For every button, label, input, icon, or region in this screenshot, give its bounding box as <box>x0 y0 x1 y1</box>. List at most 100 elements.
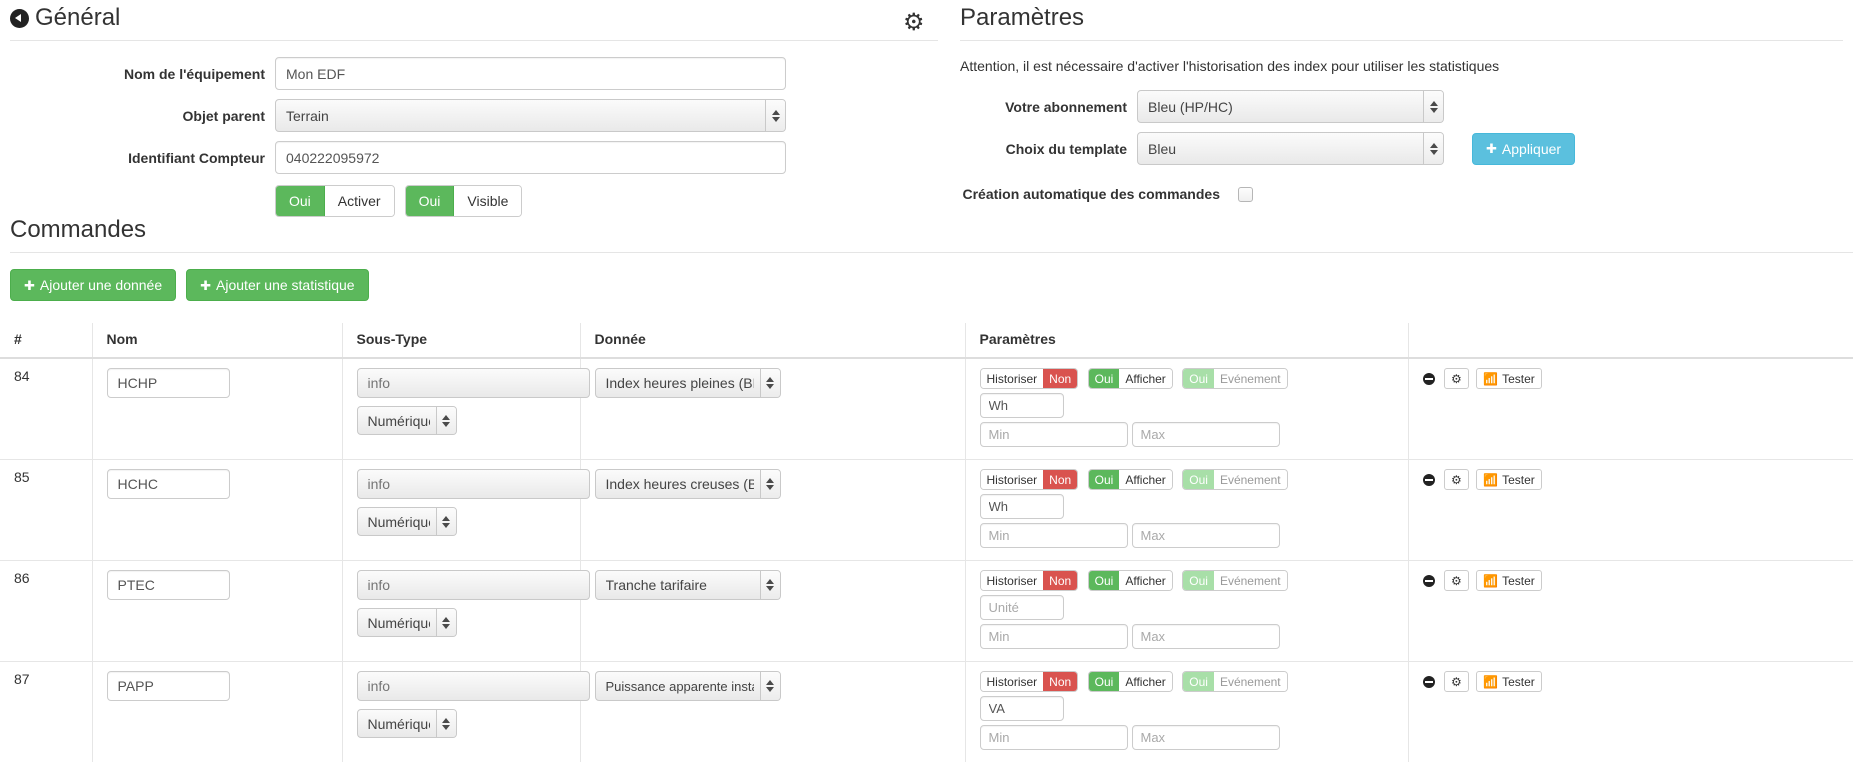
row-unit-input[interactable] <box>979 696 1064 721</box>
toggle-visible-label[interactable]: Visible <box>454 186 522 216</box>
row-max-input[interactable] <box>1131 725 1280 750</box>
template-select[interactable] <box>1137 132 1444 165</box>
toggle-afficher-state[interactable]: Oui <box>1088 369 1120 388</box>
toggle-historiser-label[interactable]: Historiser <box>980 470 1044 489</box>
table-body: 84 HCHP info Numérique Index heures plei… <box>0 357 1853 762</box>
row-nom-input[interactable] <box>106 570 230 600</box>
toggle-visible[interactable]: Oui Visible <box>404 185 523 217</box>
row-info-input[interactable] <box>356 368 590 398</box>
row-nom-cell <box>92 357 343 460</box>
row-info-input[interactable] <box>356 570 590 600</box>
toggle-afficher-label[interactable]: Afficher <box>1119 470 1172 489</box>
toggle-afficher[interactable]: Oui Afficher <box>1087 671 1173 692</box>
minus-circle-icon[interactable] <box>1422 675 1435 688</box>
toggle-historiser[interactable]: Historiser Non <box>979 671 1079 692</box>
form-row-meter: Identifiant Compteur <box>0 141 938 174</box>
row-config-button[interactable]: ⚙ <box>1443 368 1469 389</box>
add-statistic-button[interactable]: ✚ Ajouter une statistique <box>186 269 369 301</box>
subscription-select[interactable] <box>1137 90 1444 123</box>
toggle-evenement-label[interactable]: Evénement <box>1213 571 1287 590</box>
row-donnee-select[interactable] <box>594 368 781 398</box>
row-nom-input[interactable] <box>106 368 230 398</box>
toggle-historiser-state[interactable]: Non <box>1043 571 1078 590</box>
row-donnee-select[interactable] <box>594 671 781 701</box>
row-config-button[interactable]: ⚙ <box>1443 469 1469 490</box>
toggle-historiser[interactable]: Historiser Non <box>979 368 1079 389</box>
back-arrow-icon[interactable] <box>10 9 29 28</box>
toggle-activer-state[interactable]: Oui <box>276 186 325 216</box>
toggle-evenement[interactable]: Oui Evénement <box>1182 671 1288 692</box>
row-config-button[interactable]: ⚙ <box>1443 671 1469 692</box>
row-min-input[interactable] <box>979 624 1128 649</box>
row-max-input[interactable] <box>1131 422 1280 447</box>
row-nom-input[interactable] <box>106 671 230 701</box>
toggle-historiser[interactable]: Historiser Non <box>979 469 1079 490</box>
toggle-historiser-state[interactable]: Non <box>1043 672 1078 691</box>
toggle-afficher-state[interactable]: Oui <box>1088 571 1120 590</box>
toggle-afficher-label[interactable]: Afficher <box>1119 571 1172 590</box>
toggle-visible-state[interactable]: Oui <box>405 186 455 216</box>
row-min-input[interactable] <box>979 422 1128 447</box>
toggle-afficher[interactable]: Oui Afficher <box>1087 469 1173 490</box>
row-test-button[interactable]: 📶 Tester <box>1476 570 1542 591</box>
toggle-afficher-label[interactable]: Afficher <box>1119 369 1172 388</box>
toggle-afficher[interactable]: Oui Afficher <box>1087 570 1173 591</box>
row-min-input[interactable] <box>979 725 1128 750</box>
parent-select[interactable] <box>275 99 786 132</box>
meter-input[interactable] <box>275 141 786 174</box>
toggle-historiser[interactable]: Historiser Non <box>979 570 1079 591</box>
minus-circle-icon[interactable] <box>1422 473 1435 486</box>
row-test-button[interactable]: 📶 Tester <box>1476 469 1542 490</box>
row-donnee-select[interactable] <box>594 570 781 600</box>
apply-button[interactable]: ✚ Appliquer <box>1472 132 1576 165</box>
row-info-input[interactable] <box>356 671 590 701</box>
row-min-input[interactable] <box>979 523 1128 548</box>
row-nom-input[interactable] <box>106 469 230 499</box>
row-type-select[interactable] <box>356 406 457 435</box>
toggle-evenement-state[interactable]: Oui <box>1183 571 1214 590</box>
toggle-evenement[interactable]: Oui Evénement <box>1182 368 1288 389</box>
row-type-select[interactable] <box>356 608 457 637</box>
toggle-evenement[interactable]: Oui Evénement <box>1182 570 1288 591</box>
row-config-button[interactable]: ⚙ <box>1443 570 1469 591</box>
row-test-button[interactable]: 📶 Tester <box>1476 368 1542 389</box>
minus-circle-icon[interactable] <box>1422 372 1435 385</box>
toggle-afficher-label[interactable]: Afficher <box>1119 672 1172 691</box>
row-max-input[interactable] <box>1131 523 1280 548</box>
toggle-historiser-state[interactable]: Non <box>1043 369 1078 388</box>
toggle-historiser-state[interactable]: Non <box>1043 470 1078 489</box>
toggle-evenement-label[interactable]: Evénement <box>1213 470 1287 489</box>
toggle-afficher-state[interactable]: Oui <box>1088 470 1120 489</box>
row-max-input[interactable] <box>1131 624 1280 649</box>
gears-icon[interactable]: ⚙ <box>903 8 925 37</box>
toggle-historiser-label[interactable]: Historiser <box>980 369 1044 388</box>
commandes-divider <box>10 252 1853 253</box>
toggle-activer-label[interactable]: Activer <box>324 186 394 216</box>
toggle-evenement[interactable]: Oui Evénement <box>1182 469 1288 490</box>
autocreate-checkbox[interactable] <box>1238 186 1253 202</box>
toggle-afficher-state[interactable]: Oui <box>1088 672 1120 691</box>
toggle-activer[interactable]: Oui Activer <box>275 185 395 217</box>
gears-icon: ⚙ <box>1450 573 1462 588</box>
row-info-input[interactable] <box>356 469 590 499</box>
row-type-select[interactable] <box>356 709 457 738</box>
row-unit-input[interactable] <box>979 595 1064 620</box>
toggle-historiser-label[interactable]: Historiser <box>980 571 1044 590</box>
parametres-divider <box>960 40 1843 41</box>
row-parametres-cell: Historiser Non Oui Afficher Oui Evénemen… <box>965 560 1409 662</box>
toggle-historiser-label[interactable]: Historiser <box>980 672 1044 691</box>
row-type-select[interactable] <box>356 507 457 536</box>
toggle-evenement-label[interactable]: Evénement <box>1213 672 1287 691</box>
row-unit-input[interactable] <box>979 494 1064 519</box>
row-unit-input[interactable] <box>979 393 1064 418</box>
toggle-evenement-state[interactable]: Oui <box>1183 470 1214 489</box>
row-donnee-select[interactable] <box>594 469 781 499</box>
toggle-afficher[interactable]: Oui Afficher <box>1087 368 1173 389</box>
minus-circle-icon[interactable] <box>1422 574 1435 587</box>
row-test-button[interactable]: 📶 Tester <box>1476 671 1542 692</box>
toggle-evenement-label[interactable]: Evénement <box>1213 369 1287 388</box>
add-data-button[interactable]: ✚ Ajouter une donnée <box>10 269 177 301</box>
name-input[interactable] <box>275 57 786 90</box>
toggle-evenement-state[interactable]: Oui <box>1183 369 1214 388</box>
toggle-evenement-state[interactable]: Oui <box>1183 672 1214 691</box>
